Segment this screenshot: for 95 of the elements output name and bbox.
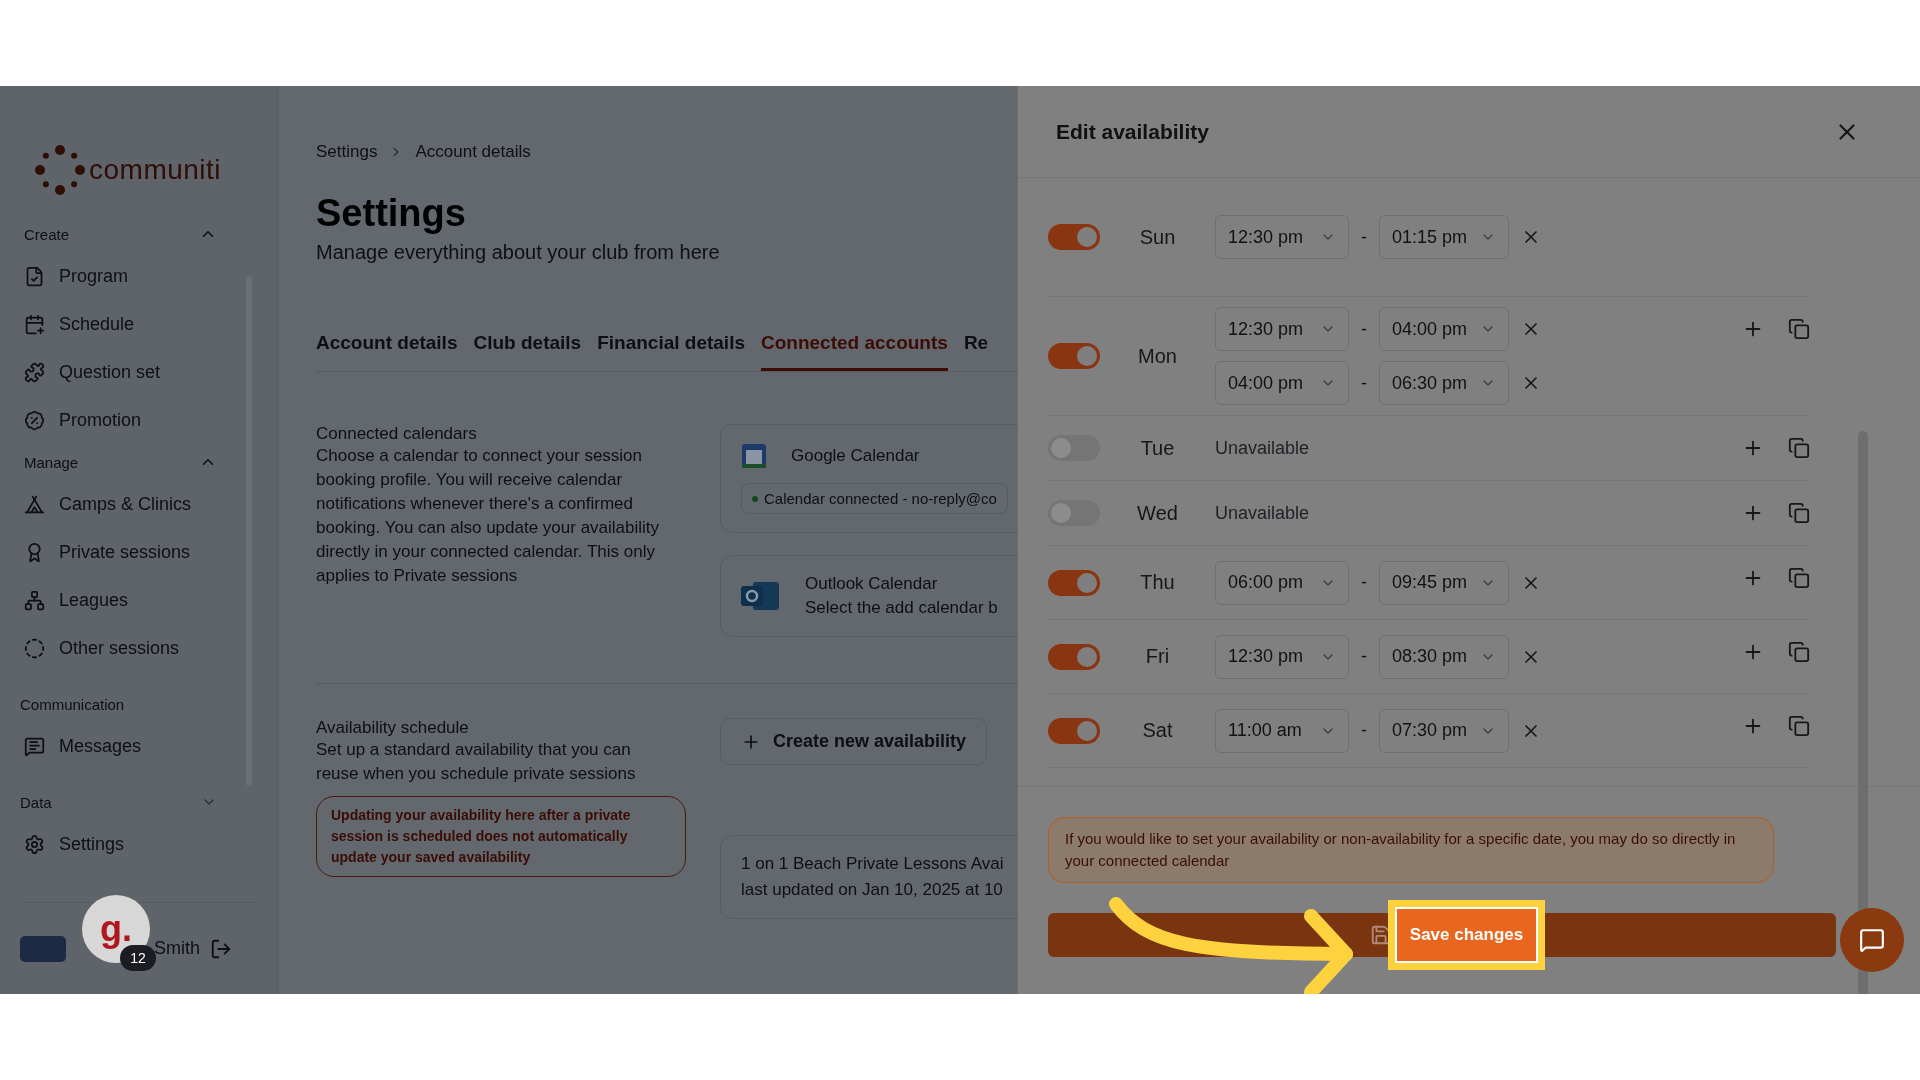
copy-button[interactable] bbox=[1788, 502, 1810, 524]
dash: - bbox=[1361, 572, 1367, 593]
menu-item-icon bbox=[24, 637, 45, 659]
start-time-select[interactable]: 06:00 pm bbox=[1215, 560, 1349, 605]
calendar-name: Outlook Calendar bbox=[805, 574, 939, 594]
end-time-select[interactable]: 01:15 pm bbox=[1379, 215, 1509, 259]
day-toggle[interactable] bbox=[1048, 643, 1100, 670]
day-toggle[interactable] bbox=[1048, 343, 1100, 369]
dash: - bbox=[1361, 226, 1367, 248]
start-time-select[interactable]: 12:30 pm bbox=[1215, 215, 1349, 259]
tab[interactable]: Club details bbox=[473, 332, 582, 371]
end-time-select[interactable]: 09:45 pm bbox=[1379, 560, 1509, 605]
unavailable-label: Unavailable bbox=[1215, 502, 1311, 524]
start-time-select[interactable]: 04:00 pm bbox=[1215, 361, 1349, 405]
day-toggle[interactable] bbox=[1048, 224, 1100, 250]
mail-app-icon bbox=[741, 580, 781, 612]
save-changes-button[interactable]: Save changes bbox=[1388, 900, 1545, 970]
breadcrumb-current: Account details bbox=[415, 142, 531, 162]
menu-item-icon bbox=[24, 833, 45, 855]
day-label: Wed bbox=[1136, 501, 1179, 525]
copy-button[interactable] bbox=[1788, 641, 1810, 663]
sidebar-item[interactable]: Camps & Clinics bbox=[0, 480, 277, 528]
copy-button[interactable] bbox=[1788, 318, 1810, 340]
menu-item-icon bbox=[24, 361, 45, 383]
menu-item-icon bbox=[24, 493, 45, 515]
sidebar-item[interactable]: Question set bbox=[0, 348, 277, 396]
day-toggle[interactable] bbox=[1048, 569, 1100, 596]
section-title: Create bbox=[24, 225, 70, 243]
tab[interactable]: Re bbox=[963, 332, 989, 371]
dash: - bbox=[1361, 318, 1367, 340]
sidebar-item[interactable]: Messages bbox=[0, 722, 277, 770]
tab[interactable]: Account details bbox=[316, 332, 458, 371]
club-logo bbox=[20, 935, 66, 962]
end-time-select[interactable]: 07:30 pm bbox=[1379, 708, 1509, 753]
page-title: Settings bbox=[316, 192, 467, 235]
day-label: Tue bbox=[1139, 436, 1176, 460]
section-heading: Connected calendars bbox=[316, 424, 478, 444]
start-time-select[interactable]: 12:30 pm bbox=[1215, 307, 1349, 351]
end-time-select[interactable]: 04:00 pm bbox=[1379, 307, 1509, 351]
copy-button[interactable] bbox=[1788, 437, 1810, 459]
day-label: Thu bbox=[1139, 571, 1176, 594]
warning-note: Updating your availability here after a private session is scheduled does not automatically update your saved availability bbox=[316, 796, 686, 877]
tab[interactable]: Financial details bbox=[597, 332, 745, 371]
day-toggle[interactable] bbox=[1048, 717, 1100, 744]
menu-item-icon bbox=[24, 313, 45, 335]
menu-item-icon bbox=[24, 589, 45, 611]
logo: communiti bbox=[89, 154, 222, 186]
dash: - bbox=[1361, 372, 1367, 394]
day-label: Sun bbox=[1138, 225, 1177, 249]
end-time-select[interactable]: 08:30 pm bbox=[1379, 634, 1509, 679]
panel-title: Edit availability bbox=[1056, 119, 1209, 144]
day-label: Mon bbox=[1137, 344, 1178, 368]
section-title: Manage bbox=[24, 453, 79, 471]
schedule-title: 1 on 1 Beach Private Lessons Avai bbox=[741, 854, 1005, 874]
start-time-select[interactable]: 11:00 am bbox=[1215, 708, 1349, 753]
section-description: Set up a standard availability that you can reuse when you schedule private sessions bbox=[316, 739, 637, 785]
calendar-icon bbox=[741, 443, 767, 469]
tab[interactable]: Connected accounts bbox=[761, 332, 948, 371]
logo-icon bbox=[35, 144, 85, 196]
info-note: If you would like to set your availability or non-availability for a specific date, you may do so directly in your connected calendar bbox=[1048, 817, 1774, 883]
sidebar-item[interactable]: Other sessions bbox=[0, 624, 277, 672]
count-badge: 12 bbox=[120, 945, 156, 971]
unavailable-label: Unavailable bbox=[1215, 437, 1311, 459]
end-time-select[interactable]: 06:30 pm bbox=[1379, 361, 1509, 405]
connection-status: Calendar connected - no-reply@co bbox=[741, 483, 1008, 514]
section-description: Choose a calendar to connect your session booking profile. You will receive calendar notifications whenever there's a confirmed booking. You can also update your availability directly in your connected calendar. This only applies to Private sessions bbox=[316, 445, 661, 587]
user-name: Smith bbox=[154, 938, 200, 959]
chat-icon bbox=[1859, 927, 1885, 953]
sidebar-item[interactable]: Promotion bbox=[0, 396, 277, 444]
page-subtitle: Manage everything about your club from here bbox=[316, 241, 721, 264]
menu-item-icon bbox=[24, 735, 45, 757]
section-title: Data bbox=[20, 793, 52, 811]
scrollbar[interactable] bbox=[1858, 431, 1868, 994]
sidebar-item[interactable]: Schedule bbox=[0, 300, 277, 348]
section-title: Communication bbox=[20, 695, 125, 713]
day-label: Fri bbox=[1144, 645, 1171, 668]
sidebar-item[interactable]: Private sessions bbox=[0, 528, 277, 576]
menu-item-icon bbox=[24, 409, 45, 431]
logout-icon[interactable] bbox=[210, 937, 232, 960]
dash: - bbox=[1361, 646, 1367, 667]
sidebar-item[interactable]: Program bbox=[0, 252, 277, 300]
copy-button[interactable] bbox=[1788, 567, 1810, 589]
dash: - bbox=[1361, 720, 1367, 741]
calendar-name: Google Calendar bbox=[791, 446, 920, 466]
copy-button[interactable] bbox=[1788, 715, 1810, 737]
menu-item-icon bbox=[24, 265, 45, 287]
section-heading: Availability schedule bbox=[316, 718, 470, 738]
calendar-hint: Select the add calendar b bbox=[805, 598, 998, 618]
day-label: Sat bbox=[1141, 719, 1174, 742]
start-time-select[interactable]: 12:30 pm bbox=[1215, 634, 1349, 679]
breadcrumb-link[interactable]: Settings bbox=[316, 142, 378, 162]
sidebar-item[interactable]: Settings bbox=[0, 820, 277, 868]
schedule-updated: last updated on Jan 10, 2025 at 10 bbox=[741, 880, 1004, 900]
sidebar-item[interactable]: Leagues bbox=[0, 576, 277, 624]
create-availability-button[interactable]: Create new availability bbox=[720, 718, 988, 765]
